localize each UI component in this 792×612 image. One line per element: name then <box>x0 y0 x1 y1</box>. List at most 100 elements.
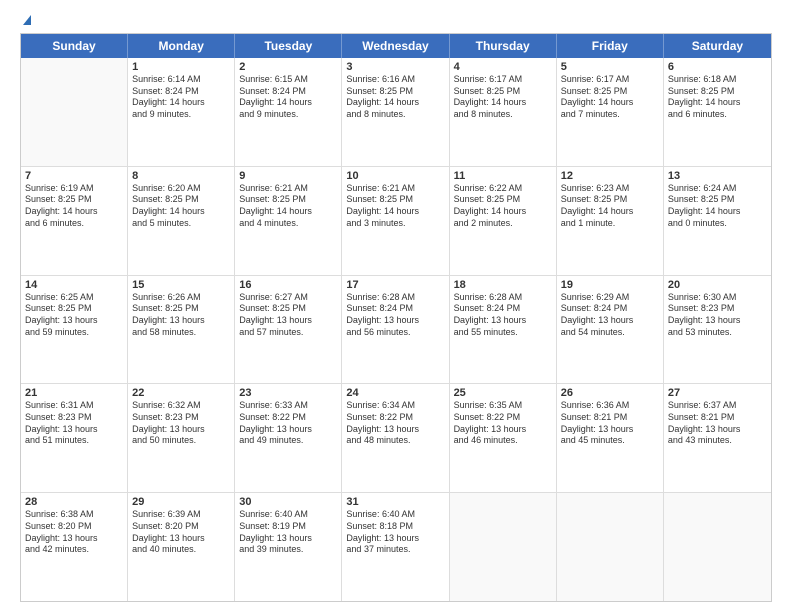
daylight-line1: Daylight: 14 hours <box>454 97 552 109</box>
day-number: 25 <box>454 387 552 399</box>
daylight-line1: Daylight: 13 hours <box>132 533 230 545</box>
sunset-text: Sunset: 8:21 PM <box>561 412 659 424</box>
day-cell-30: 30Sunrise: 6:40 AMSunset: 8:19 PMDayligh… <box>235 493 342 601</box>
sunset-text: Sunset: 8:22 PM <box>454 412 552 424</box>
day-cell-7: 7Sunrise: 6:19 AMSunset: 8:25 PMDaylight… <box>21 167 128 275</box>
daylight-line2: and 48 minutes. <box>346 435 444 447</box>
calendar: SundayMondayTuesdayWednesdayThursdayFrid… <box>20 33 772 602</box>
day-cell-6: 6Sunrise: 6:18 AMSunset: 8:25 PMDaylight… <box>664 58 771 166</box>
daylight-line2: and 9 minutes. <box>239 109 337 121</box>
sunrise-text: Sunrise: 6:15 AM <box>239 74 337 86</box>
daylight-line2: and 37 minutes. <box>346 544 444 556</box>
day-number: 2 <box>239 61 337 73</box>
sunset-text: Sunset: 8:23 PM <box>132 412 230 424</box>
day-number: 17 <box>346 279 444 291</box>
daylight-line2: and 39 minutes. <box>239 544 337 556</box>
sunset-text: Sunset: 8:24 PM <box>561 303 659 315</box>
day-cell-3: 3Sunrise: 6:16 AMSunset: 8:25 PMDaylight… <box>342 58 449 166</box>
sunset-text: Sunset: 8:19 PM <box>239 521 337 533</box>
daylight-line2: and 6 minutes. <box>25 218 123 230</box>
sunset-text: Sunset: 8:25 PM <box>668 194 767 206</box>
day-cell-21: 21Sunrise: 6:31 AMSunset: 8:23 PMDayligh… <box>21 384 128 492</box>
daylight-line1: Daylight: 13 hours <box>668 424 767 436</box>
sunrise-text: Sunrise: 6:24 AM <box>668 183 767 195</box>
daylight-line1: Daylight: 14 hours <box>561 97 659 109</box>
day-number: 26 <box>561 387 659 399</box>
sunrise-text: Sunrise: 6:40 AM <box>239 509 337 521</box>
sunset-text: Sunset: 8:21 PM <box>668 412 767 424</box>
day-number: 15 <box>132 279 230 291</box>
daylight-line2: and 50 minutes. <box>132 435 230 447</box>
sunrise-text: Sunrise: 6:40 AM <box>346 509 444 521</box>
sunrise-text: Sunrise: 6:32 AM <box>132 400 230 412</box>
day-cell-31: 31Sunrise: 6:40 AMSunset: 8:18 PMDayligh… <box>342 493 449 601</box>
daylight-line2: and 1 minute. <box>561 218 659 230</box>
daylight-line1: Daylight: 14 hours <box>25 206 123 218</box>
daylight-line2: and 56 minutes. <box>346 327 444 339</box>
daylight-line1: Daylight: 14 hours <box>132 206 230 218</box>
day-cell-18: 18Sunrise: 6:28 AMSunset: 8:24 PMDayligh… <box>450 276 557 384</box>
daylight-line2: and 5 minutes. <box>132 218 230 230</box>
daylight-line1: Daylight: 13 hours <box>25 533 123 545</box>
day-cell-15: 15Sunrise: 6:26 AMSunset: 8:25 PMDayligh… <box>128 276 235 384</box>
empty-cell-4-6 <box>664 493 771 601</box>
day-number: 24 <box>346 387 444 399</box>
day-number: 23 <box>239 387 337 399</box>
day-number: 14 <box>25 279 123 291</box>
day-cell-11: 11Sunrise: 6:22 AMSunset: 8:25 PMDayligh… <box>450 167 557 275</box>
daylight-line2: and 8 minutes. <box>454 109 552 121</box>
daylight-line2: and 8 minutes. <box>346 109 444 121</box>
day-cell-10: 10Sunrise: 6:21 AMSunset: 8:25 PMDayligh… <box>342 167 449 275</box>
sunrise-text: Sunrise: 6:21 AM <box>239 183 337 195</box>
calendar-body: 1Sunrise: 6:14 AMSunset: 8:24 PMDaylight… <box>21 58 771 601</box>
sunset-text: Sunset: 8:24 PM <box>239 86 337 98</box>
daylight-line2: and 46 minutes. <box>454 435 552 447</box>
sunset-text: Sunset: 8:24 PM <box>454 303 552 315</box>
day-cell-16: 16Sunrise: 6:27 AMSunset: 8:25 PMDayligh… <box>235 276 342 384</box>
daylight-line1: Daylight: 13 hours <box>346 533 444 545</box>
daylight-line2: and 45 minutes. <box>561 435 659 447</box>
day-cell-23: 23Sunrise: 6:33 AMSunset: 8:22 PMDayligh… <box>235 384 342 492</box>
header-day-saturday: Saturday <box>664 34 771 58</box>
day-cell-13: 13Sunrise: 6:24 AMSunset: 8:25 PMDayligh… <box>664 167 771 275</box>
sunrise-text: Sunrise: 6:19 AM <box>25 183 123 195</box>
daylight-line2: and 3 minutes. <box>346 218 444 230</box>
week-row-1: 7Sunrise: 6:19 AMSunset: 8:25 PMDaylight… <box>21 167 771 276</box>
day-number: 29 <box>132 496 230 508</box>
day-cell-5: 5Sunrise: 6:17 AMSunset: 8:25 PMDaylight… <box>557 58 664 166</box>
sunrise-text: Sunrise: 6:38 AM <box>25 509 123 521</box>
sunrise-text: Sunrise: 6:34 AM <box>346 400 444 412</box>
daylight-line2: and 57 minutes. <box>239 327 337 339</box>
day-number: 11 <box>454 170 552 182</box>
header-day-sunday: Sunday <box>21 34 128 58</box>
sunrise-text: Sunrise: 6:33 AM <box>239 400 337 412</box>
daylight-line1: Daylight: 14 hours <box>132 97 230 109</box>
sunset-text: Sunset: 8:24 PM <box>132 86 230 98</box>
daylight-line2: and 51 minutes. <box>25 435 123 447</box>
daylight-line2: and 2 minutes. <box>454 218 552 230</box>
day-number: 22 <box>132 387 230 399</box>
sunset-text: Sunset: 8:25 PM <box>346 194 444 206</box>
day-number: 27 <box>668 387 767 399</box>
daylight-line2: and 58 minutes. <box>132 327 230 339</box>
sunset-text: Sunset: 8:25 PM <box>25 303 123 315</box>
day-cell-20: 20Sunrise: 6:30 AMSunset: 8:23 PMDayligh… <box>664 276 771 384</box>
daylight-line1: Daylight: 13 hours <box>454 315 552 327</box>
sunset-text: Sunset: 8:25 PM <box>132 303 230 315</box>
day-number: 16 <box>239 279 337 291</box>
sunrise-text: Sunrise: 6:22 AM <box>454 183 552 195</box>
day-cell-8: 8Sunrise: 6:20 AMSunset: 8:25 PMDaylight… <box>128 167 235 275</box>
daylight-line1: Daylight: 14 hours <box>239 97 337 109</box>
header-day-friday: Friday <box>557 34 664 58</box>
daylight-line1: Daylight: 13 hours <box>668 315 767 327</box>
daylight-line1: Daylight: 14 hours <box>346 97 444 109</box>
daylight-line1: Daylight: 13 hours <box>346 424 444 436</box>
daylight-line1: Daylight: 14 hours <box>561 206 659 218</box>
daylight-line1: Daylight: 13 hours <box>132 315 230 327</box>
sunset-text: Sunset: 8:25 PM <box>561 194 659 206</box>
day-cell-26: 26Sunrise: 6:36 AMSunset: 8:21 PMDayligh… <box>557 384 664 492</box>
day-number: 1 <box>132 61 230 73</box>
daylight-line1: Daylight: 13 hours <box>561 424 659 436</box>
day-number: 7 <box>25 170 123 182</box>
sunrise-text: Sunrise: 6:18 AM <box>668 74 767 86</box>
